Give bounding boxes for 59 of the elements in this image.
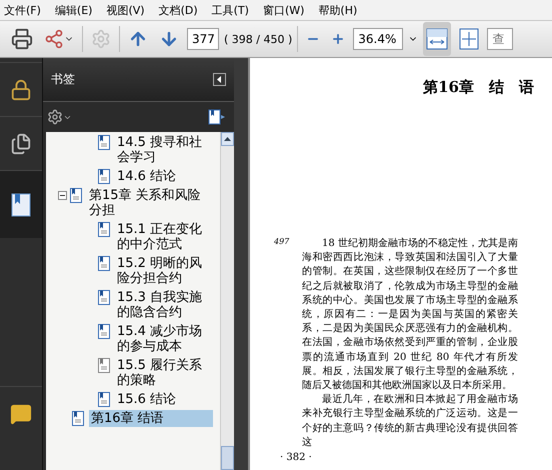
body-paragraph: 18 世纪初期金融市场的不稳定性，尤其是南海和密西西比泡沫，导致英国和法国引入了大量的管制。在英国，这些限制仅在经历了一个多世纪之后就被取消了，伦敦成为市场主导型的金融系统的中心。美国也发展了市场主导型的金融系统，原因有二：一是因为美国与英国的紧密关系，二是因为美国民众厌恶强有力的金融机构。在法国，金融市场依然受到严重的管制，企业股票的流通市场直到 20 世纪 80 年代才有所发展。相反，法国发展了银行主导型的金融系统，随后又被德国和其他欧洲国家以及日本所采用。 <box>302 237 518 394</box>
menu-item[interactable]: 工具(T) <box>212 2 249 18</box>
options-button[interactable] <box>47 109 72 125</box>
lock-icon <box>10 78 32 100</box>
page-count: ( 398 / 450 ) <box>224 32 292 46</box>
bookmark-icon <box>98 392 110 407</box>
scroll-thumb[interactable] <box>221 446 234 470</box>
fit-page-icon <box>459 28 480 50</box>
search-field[interactable]: 查 <box>487 28 514 50</box>
speech-bubble-icon <box>10 402 32 424</box>
pages-icon <box>10 132 32 154</box>
bookmarks-icon <box>11 192 31 216</box>
minus-icon <box>59 192 66 199</box>
bookmark-item[interactable]: 14.5 搜寻和社会学习 <box>115 134 213 166</box>
page-number-field[interactable]: 377 <box>187 28 219 50</box>
printer-icon <box>11 28 33 50</box>
bookmark-icon <box>72 411 84 426</box>
collapse-panel-button[interactable] <box>213 73 226 86</box>
bookmark-item[interactable]: 第15章 关系和风险分担 <box>87 187 211 219</box>
zoom-field[interactable]: 36.4% <box>353 28 404 50</box>
page-number: · 382 · <box>280 452 312 464</box>
bookmark-icon <box>98 169 110 184</box>
fit-width-button[interactable] <box>423 22 452 56</box>
menu-item[interactable]: 帮助(H) <box>318 2 358 18</box>
menu-item[interactable]: 编辑(E) <box>54 2 92 18</box>
expand-bookmark-icon[interactable] <box>208 109 226 125</box>
bookmark-icon <box>98 256 110 271</box>
bookmark-item[interactable]: 第16章 结语 <box>89 410 213 427</box>
zoom-in-icon <box>331 32 346 46</box>
menu-item[interactable]: 窗口(W) <box>262 2 304 18</box>
bookmark-item[interactable]: 15.5 履行关系的策略 <box>115 357 213 389</box>
bookmark-icon <box>98 290 110 305</box>
gear-icon <box>47 109 63 125</box>
body-paragraph: 最近几年，在欧洲和日本掀起了用金融市场来补充银行主导型金融系统的广泛运动。这是一个好的主意吗？传统的新古典理论没有提供回答这 <box>302 393 518 450</box>
menu-item[interactable]: 文档(D) <box>158 2 198 18</box>
margin-number: 497 <box>274 237 290 248</box>
scroll-up-button[interactable] <box>221 132 234 146</box>
triangle-icon <box>217 76 222 83</box>
bookmark-item[interactable]: 15.3 自我实施的隐含合约 <box>115 289 213 321</box>
chapter-title: 第16章 结 语 <box>423 78 534 97</box>
menu-item[interactable]: 视图(V) <box>106 2 145 18</box>
scrollbar[interactable] <box>220 132 234 470</box>
bookmark-icon <box>98 222 110 237</box>
bookmark-item[interactable]: 15.2 明晰的风险分担合约 <box>115 255 213 287</box>
bookmark-icon <box>98 324 110 339</box>
bookmark-icon <box>98 358 110 373</box>
gear-icon <box>91 29 111 49</box>
menu-item[interactable]: 文件(F) <box>4 2 41 18</box>
fit-width-icon <box>426 28 448 50</box>
panel-title: 书签 <box>51 71 75 88</box>
collapse-toggle[interactable] <box>58 191 67 200</box>
bookmark-icon <box>98 135 110 150</box>
share-icon <box>44 29 64 49</box>
bookmark-icon <box>70 188 82 203</box>
bookmark-item[interactable]: 15.4 减少市场的参与成本 <box>115 323 213 355</box>
side-tab[interactable] <box>0 170 42 238</box>
bookmark-item[interactable]: 15.1 正在变化的中介范式 <box>115 221 213 253</box>
bookmark-item[interactable]: 14.6 结论 <box>115 168 213 185</box>
bookmark-item[interactable]: 15.6 结论 <box>115 391 213 408</box>
